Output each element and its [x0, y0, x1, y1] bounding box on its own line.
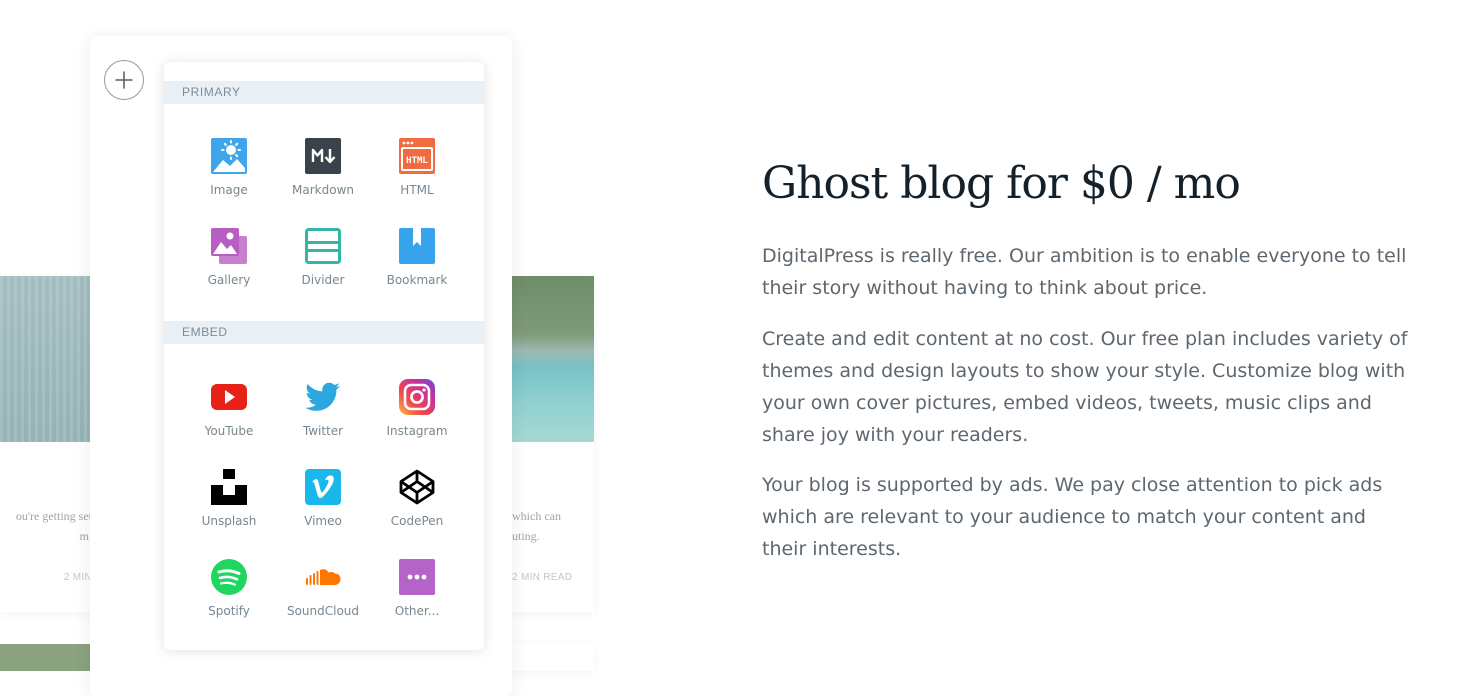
background-post-card-left: ou're getting set m. 2 MIN	[0, 276, 100, 612]
post-excerpt-line: m.	[79, 529, 92, 543]
vimeo-icon	[305, 469, 341, 505]
card-item-label: YouTube	[204, 424, 254, 438]
section-header-embed: EMBED	[164, 321, 484, 344]
post-excerpt-line: ou're getting set	[15, 509, 92, 523]
html-icon: HTML	[399, 138, 435, 174]
intro-paragraph: DigitalPress is really free. Our ambitio…	[762, 245, 1407, 299]
card-item-markdown[interactable]: Markdown	[276, 138, 370, 210]
card-item-html[interactable]: HTML HTML	[370, 138, 464, 210]
card-item-label: Unsplash	[201, 514, 257, 528]
card-item-youtube[interactable]: YouTube	[182, 379, 276, 451]
card-item-image[interactable]: Image	[182, 138, 276, 210]
add-card-button[interactable]	[104, 60, 144, 100]
section-header-primary: PRIMARY	[164, 81, 484, 104]
ads-paragraph: Your blog is supported by ads. We pay cl…	[762, 474, 1383, 560]
youtube-icon	[211, 384, 247, 410]
card-item-label: Markdown	[292, 183, 354, 197]
svg-text:HTML: HTML	[406, 156, 428, 166]
card-item-divider[interactable]: Divider	[276, 228, 370, 300]
card-menu: PRIMARY Image Markdown HTML HTML Gallery…	[164, 62, 484, 650]
post-cover-image	[506, 276, 594, 442]
card-item-label: Other...	[394, 604, 440, 618]
post-excerpt: which can uting.	[512, 506, 561, 546]
card-item-vimeo[interactable]: Vimeo	[276, 469, 370, 541]
background-post-image-partial	[0, 644, 100, 671]
more-icon	[399, 559, 435, 595]
plus-icon	[115, 71, 133, 89]
card-item-label: Instagram	[386, 424, 448, 438]
background-post-card-right: which can uting. 2 MIN READ	[506, 276, 594, 612]
bookmark-icon	[399, 228, 435, 264]
unsplash-icon	[211, 469, 247, 505]
post-excerpt: ou're getting set m.	[16, 506, 92, 546]
card-item-bookmark[interactable]: Bookmark	[370, 228, 464, 300]
card-item-twitter[interactable]: Twitter	[276, 379, 370, 451]
card-item-label: Image	[210, 183, 248, 197]
post-reading-time: 2 MIN	[63, 572, 92, 583]
card-item-label: Spotify	[208, 604, 250, 618]
card-item-other[interactable]: Other...	[370, 559, 464, 631]
spotify-icon	[211, 559, 247, 595]
markdown-icon	[305, 138, 341, 174]
card-item-label: SoundCloud	[286, 604, 360, 618]
background-post-card-partial	[506, 644, 594, 671]
card-item-unsplash[interactable]: Unsplash	[182, 469, 276, 541]
card-item-instagram[interactable]: Instagram	[370, 379, 464, 451]
card-item-gallery[interactable]: Gallery	[182, 228, 276, 300]
post-reading-time: 2 MIN READ	[512, 572, 573, 583]
card-item-label: CodePen	[390, 514, 444, 528]
post-cover-image	[0, 276, 100, 442]
card-item-codepen[interactable]: CodePen	[370, 469, 464, 541]
soundcloud-icon	[306, 569, 341, 585]
page-headline: Ghost blog for $0 / mo	[762, 158, 1241, 209]
divider-icon	[305, 228, 341, 264]
post-excerpt-line: which can	[512, 509, 561, 523]
gallery-icon	[211, 228, 247, 264]
card-item-label: Vimeo	[304, 514, 342, 528]
card-item-label: Twitter	[302, 424, 344, 438]
card-item-spotify[interactable]: Spotify	[182, 559, 276, 631]
image-icon	[211, 138, 247, 174]
instagram-icon	[399, 379, 435, 415]
card-item-soundcloud[interactable]: SoundCloud	[276, 559, 370, 631]
card-item-label: Gallery	[207, 273, 251, 287]
post-excerpt-line: uting.	[512, 529, 540, 543]
card-item-label: Bookmark	[386, 273, 448, 287]
card-item-label: HTML	[400, 183, 434, 197]
codepen-icon	[399, 469, 435, 505]
twitter-icon	[305, 382, 340, 411]
card-item-label: Divider	[301, 273, 345, 287]
features-paragraph: Create and edit content at no cost. Our …	[762, 328, 1408, 446]
